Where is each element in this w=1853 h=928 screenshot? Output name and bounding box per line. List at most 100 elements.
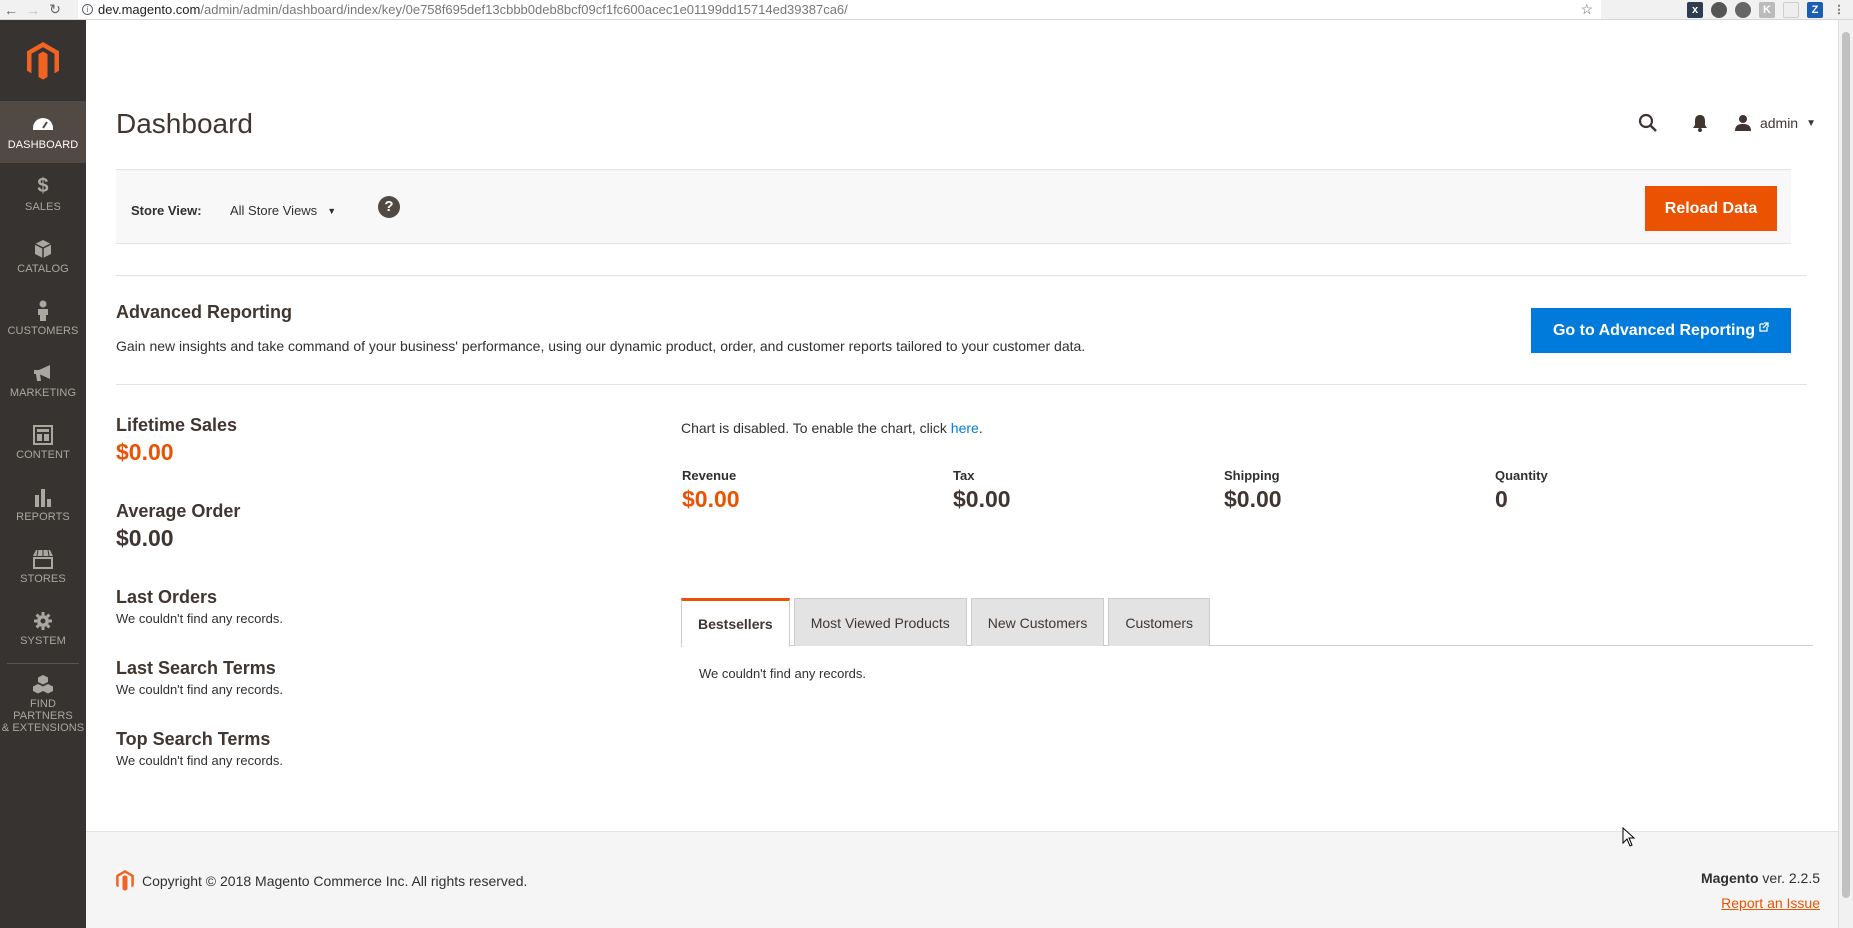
extension-icons: x K Z ⋮: [1687, 1, 1853, 19]
extension-circle-icon[interactable]: [1711, 2, 1727, 18]
totals-row: Revenue $0.00 Tax $0.00 Shipping $0.00 Q…: [682, 468, 1812, 513]
average-order: Average Order $0.00: [116, 501, 240, 552]
copyright: Copyright © 2018 Magento Commerce Inc. A…: [116, 870, 527, 891]
total-tax: Tax $0.00: [953, 468, 1224, 513]
top-search-terms: Top Search Terms We couldn't find any re…: [116, 729, 283, 768]
mouse-cursor-icon: [1622, 827, 1636, 847]
sidebar-item-label-line2: & EXTENSIONS: [1, 721, 85, 734]
back-icon[interactable]: ←: [0, 2, 22, 18]
sidebar-divider: [7, 663, 79, 664]
reload-icon[interactable]: ↻: [44, 1, 66, 18]
go-to-advanced-reporting-button[interactable]: Go to Advanced Reporting: [1531, 308, 1791, 353]
page-footer: Copyright © 2018 Magento Commerce Inc. A…: [86, 831, 1838, 928]
page-scrollbar[interactable]: [1838, 20, 1853, 928]
last-search-terms: Last Search Terms We couldn't find any r…: [116, 658, 283, 697]
chart-message-period: .: [978, 420, 983, 436]
page-title: Dashboard: [116, 108, 253, 139]
browser-menu-icon[interactable]: ⋮: [1831, 2, 1847, 18]
dashboard-tabs: Bestsellers Most Viewed Products New Cus…: [681, 598, 1813, 647]
total-value: 0: [1495, 486, 1508, 512]
dashboard-page: Dashboard admin ▼ Store View: All Store …: [86, 20, 1838, 928]
url-host: dev.magento.com: [98, 2, 201, 17]
sidebar-item-dashboard[interactable]: DASHBOARD: [0, 101, 86, 163]
info-icon[interactable]: i: [82, 4, 93, 15]
dashboard-icon: [32, 114, 54, 136]
lifetime-sales-label: Lifetime Sales: [116, 415, 238, 435]
header-actions: admin ▼: [1622, 108, 1832, 138]
lifetime-sales-value: $0.00: [116, 439, 174, 465]
divider: [116, 275, 1807, 276]
total-label: Revenue: [682, 468, 737, 483]
total-value: $0.00: [953, 486, 1011, 512]
store-view-label: Store View:: [131, 203, 202, 218]
version-info: Magento ver. 2.2.5: [1701, 870, 1820, 886]
chart-disabled-message: Chart is disabled. To enable the chart, …: [681, 420, 1813, 436]
chart-and-totals: Chart is disabled. To enable the chart, …: [681, 420, 1813, 512]
tab-bestsellers[interactable]: Bestsellers: [681, 598, 790, 647]
top-search-terms-label: Top Search Terms: [116, 729, 271, 749]
chart-message-text: Chart is disabled. To enable the chart, …: [681, 420, 951, 436]
advanced-reporting-description: Gain new insights and take command of yo…: [116, 338, 1086, 354]
sidebar-item-reports[interactable]: REPORTS: [0, 473, 86, 535]
last-search-terms-empty: We couldn't find any records.: [116, 682, 283, 697]
gear-icon: [32, 610, 54, 632]
lifetime-sales: Lifetime Sales $0.00: [116, 415, 237, 466]
last-orders-label: Last Orders: [116, 587, 218, 607]
extension-z-icon[interactable]: Z: [1807, 2, 1823, 18]
sidebar-item-sales[interactable]: $ SALES: [0, 163, 86, 225]
sidebar-item-label: MARKETING: [9, 386, 77, 399]
sidebar-item-label: CONTENT: [16, 448, 70, 461]
tab-new-customers[interactable]: New Customers: [970, 598, 1105, 646]
tab-customers[interactable]: Customers: [1108, 598, 1211, 646]
report-issue-link[interactable]: Report an Issue: [1721, 895, 1820, 911]
total-value: $0.00: [1224, 486, 1282, 512]
last-orders: Last Orders We couldn't find any records…: [116, 587, 283, 626]
average-order-label: Average Order: [116, 501, 241, 521]
sidebar-item-catalog[interactable]: CATALOG: [0, 225, 86, 287]
advanced-reporting-button-label: Go to Advanced Reporting: [1552, 321, 1756, 339]
sidebar-item-customers[interactable]: CUSTOMERS: [0, 287, 86, 349]
total-label: Quantity: [1495, 468, 1548, 483]
sidebar-item-content[interactable]: CONTENT: [0, 411, 86, 473]
sidebar-item-marketing[interactable]: MARKETING: [0, 349, 86, 411]
advanced-reporting-title: Advanced Reporting: [116, 302, 293, 322]
total-shipping: Shipping $0.00: [1224, 468, 1495, 513]
store-view-switcher[interactable]: All Store Views ▼: [230, 203, 336, 218]
help-icon[interactable]: ?: [378, 196, 400, 218]
store-icon: [32, 548, 54, 570]
forward-icon[interactable]: →: [22, 2, 44, 18]
admin-user-menu[interactable]: admin ▼: [1726, 114, 1832, 132]
total-value: $0.00: [682, 486, 740, 512]
person-icon: [32, 300, 54, 322]
total-label: Shipping: [1224, 468, 1280, 483]
extension-k-icon[interactable]: K: [1759, 2, 1775, 18]
sidebar-item-label: REPORTS: [16, 510, 70, 523]
sidebar-item-label: SALES: [25, 200, 61, 213]
version-text: ver. 2.2.5: [1758, 870, 1820, 886]
chevron-down-icon: ▼: [1806, 117, 1816, 129]
browser-toolbar: ← → ↻ i dev.magento.com/admin/admin/dash…: [0, 0, 1853, 20]
magento-logo[interactable]: [0, 20, 86, 101]
cubes-icon: [32, 673, 54, 695]
extension-blank-icon[interactable]: [1783, 2, 1799, 18]
store-view-bar: Store View: All Store Views ▼ ? Reload D…: [116, 169, 1791, 244]
sidebar-item-label-line1: FIND PARTNERS: [13, 697, 73, 722]
sidebar-item-find-partners[interactable]: FIND PARTNERS & EXTENSIONS: [0, 668, 86, 738]
sidebar-item-stores[interactable]: STORES: [0, 535, 86, 597]
tab-most-viewed-products[interactable]: Most Viewed Products: [793, 598, 967, 646]
extension-x-icon[interactable]: x: [1687, 2, 1703, 18]
last-search-terms-label: Last Search Terms: [116, 658, 276, 678]
external-link-icon: [1759, 321, 1769, 332]
search-icon[interactable]: [1622, 108, 1674, 138]
copyright-text: Copyright © 2018 Magento Commerce Inc. A…: [142, 872, 528, 889]
reload-data-button[interactable]: Reload Data: [1645, 186, 1777, 231]
notification-bell-icon[interactable]: [1674, 108, 1726, 138]
star-icon[interactable]: ☆: [1580, 1, 1593, 18]
sidebar-item-label: STORES: [20, 572, 66, 585]
sidebar-item-system[interactable]: SYSTEM: [0, 597, 86, 659]
address-bar[interactable]: i dev.magento.com/admin/admin/dashboard/…: [78, 0, 1601, 19]
extension-gear-icon[interactable]: [1735, 2, 1751, 18]
enable-chart-link[interactable]: here: [951, 420, 979, 436]
admin-sidebar: DASHBOARD $ SALES CATALOG CUSTOMERS MARK…: [0, 20, 86, 928]
scrollbar-thumb[interactable]: [1842, 32, 1850, 898]
